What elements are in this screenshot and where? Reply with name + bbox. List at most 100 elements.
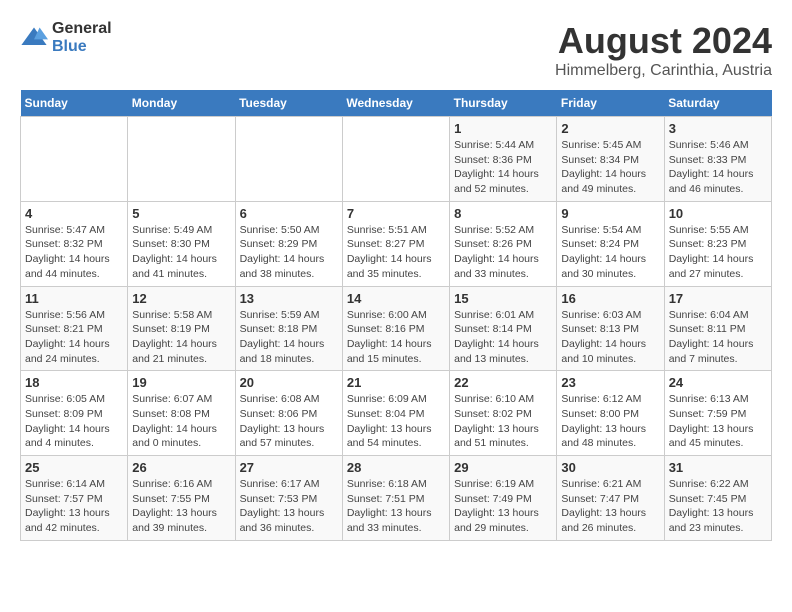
day-info: Sunrise: 6:07 AM Sunset: 8:08 PM Dayligh… [132,392,230,451]
day-number: 18 [25,375,123,390]
day-number: 22 [454,375,552,390]
calendar-cell: 9Sunrise: 5:54 AM Sunset: 8:24 PM Daylig… [557,201,664,286]
day-number: 7 [347,206,445,221]
day-info: Sunrise: 6:05 AM Sunset: 8:09 PM Dayligh… [25,392,123,451]
day-info: Sunrise: 5:54 AM Sunset: 8:24 PM Dayligh… [561,223,659,282]
day-number: 2 [561,121,659,136]
day-info: Sunrise: 6:19 AM Sunset: 7:49 PM Dayligh… [454,477,552,536]
day-header-thursday: Thursday [450,90,557,117]
week-row-4: 18 Sunrise: 6:05 AM Sunset: 8:09 PM Dayli… [21,371,772,456]
day-number: 19 [132,375,230,390]
day-info: Sunrise: 5:46 AM Sunset: 8:33 PM Dayligh… [669,138,767,197]
day-number: 30 [561,460,659,475]
calendar-cell: 2 Sunrise: 5:45 AM Sunset: 8:34 PM Daylig… [557,117,664,202]
day-number: 11 [25,291,123,306]
logo-general: General [52,20,112,38]
logo-blue: Blue [52,38,112,56]
calendar-cell [128,117,235,202]
day-info: Sunrise: 5:45 AM Sunset: 8:34 PM Dayligh… [561,138,659,197]
subtitle: Himmelberg, Carinthia, Austria [555,62,772,80]
calendar-cell: 3 Sunrise: 5:46 AM Sunset: 8:33 PM Daylig… [664,117,771,202]
calendar-cell: 18 Sunrise: 6:05 AM Sunset: 8:09 PM Dayli… [21,371,128,456]
day-info: Sunrise: 5:56 AM Sunset: 8:21 PM Dayligh… [25,308,123,367]
calendar-cell: 13 Sunrise: 5:59 AM Sunset: 8:18 PM Dayli… [235,286,342,371]
day-info: Sunrise: 6:04 AM Sunset: 8:11 PM Dayligh… [669,308,767,367]
calendar-cell: 7 Sunrise: 5:51 AM Sunset: 8:27 PM Daylig… [342,201,449,286]
calendar-cell: 30 Sunrise: 6:21 AM Sunset: 7:47 PM Dayli… [557,456,664,541]
day-info: Sunrise: 6:14 AM Sunset: 7:57 PM Dayligh… [25,477,123,536]
day-number: 10 [669,206,767,221]
day-header-sunday: Sunday [21,90,128,117]
day-info: Sunrise: 6:22 AM Sunset: 7:45 PM Dayligh… [669,477,767,536]
week-row-1: 1 Sunrise: 5:44 AM Sunset: 8:36 PM Daylig… [21,117,772,202]
day-number: 1 [454,121,552,136]
calendar-cell: 14Sunrise: 6:00 AM Sunset: 8:16 PM Dayli… [342,286,449,371]
calendar-cell: 26 Sunrise: 6:16 AM Sunset: 7:55 PM Dayli… [128,456,235,541]
day-header-wednesday: Wednesday [342,90,449,117]
calendar-cell: 29 Sunrise: 6:19 AM Sunset: 7:49 PM Dayli… [450,456,557,541]
day-number: 25 [25,460,123,475]
calendar-cell: 17Sunrise: 6:04 AM Sunset: 8:11 PM Dayli… [664,286,771,371]
calendar-cell [342,117,449,202]
calendar-table: SundayMondayTuesdayWednesdayThursdayFrid… [20,90,772,541]
calendar-cell: 15Sunrise: 6:01 AM Sunset: 8:14 PM Dayli… [450,286,557,371]
day-header-tuesday: Tuesday [235,90,342,117]
day-number: 3 [669,121,767,136]
day-info: Sunrise: 6:13 AM Sunset: 7:59 PM Dayligh… [669,392,767,451]
day-number: 5 [132,206,230,221]
title-area: August 2024 Himmelberg, Carinthia, Austr… [555,20,772,80]
calendar-header: SundayMondayTuesdayWednesdayThursdayFrid… [21,90,772,117]
day-info: Sunrise: 5:51 AM Sunset: 8:27 PM Dayligh… [347,223,445,282]
calendar-cell: 11 Sunrise: 5:56 AM Sunset: 8:21 PM Dayli… [21,286,128,371]
calendar-cell: 22Sunrise: 6:10 AM Sunset: 8:02 PM Dayli… [450,371,557,456]
day-info: Sunrise: 5:50 AM Sunset: 8:29 PM Dayligh… [240,223,338,282]
day-info: Sunrise: 6:12 AM Sunset: 8:00 PM Dayligh… [561,392,659,451]
day-info: Sunrise: 5:47 AM Sunset: 8:32 PM Dayligh… [25,223,123,282]
calendar-cell: 8 Sunrise: 5:52 AM Sunset: 8:26 PM Daylig… [450,201,557,286]
day-info: Sunrise: 6:21 AM Sunset: 7:47 PM Dayligh… [561,477,659,536]
calendar-cell: 19 Sunrise: 6:07 AM Sunset: 8:08 PM Dayli… [128,371,235,456]
day-number: 23 [561,375,659,390]
calendar-cell: 28 Sunrise: 6:18 AM Sunset: 7:51 PM Dayli… [342,456,449,541]
day-header-friday: Friday [557,90,664,117]
calendar-cell [235,117,342,202]
day-number: 31 [669,460,767,475]
header-row: SundayMondayTuesdayWednesdayThursdayFrid… [21,90,772,117]
day-info: Sunrise: 6:16 AM Sunset: 7:55 PM Dayligh… [132,477,230,536]
day-info: Sunrise: 6:18 AM Sunset: 7:51 PM Dayligh… [347,477,445,536]
calendar-cell: 12Sunrise: 5:58 AM Sunset: 8:19 PM Dayli… [128,286,235,371]
logo: General Blue [20,20,112,55]
day-number: 4 [25,206,123,221]
calendar-cell: 6Sunrise: 5:50 AM Sunset: 8:29 PM Daylig… [235,201,342,286]
main-title: August 2024 [555,20,772,62]
page-header: General Blue August 2024 Himmelberg, Car… [20,20,772,80]
calendar-cell: 25 Sunrise: 6:14 AM Sunset: 7:57 PM Dayli… [21,456,128,541]
day-info: Sunrise: 5:44 AM Sunset: 8:36 PM Dayligh… [454,138,552,197]
day-number: 13 [240,291,338,306]
calendar-cell: 4 Sunrise: 5:47 AM Sunset: 8:32 PM Daylig… [21,201,128,286]
day-number: 8 [454,206,552,221]
day-number: 26 [132,460,230,475]
day-info: Sunrise: 5:52 AM Sunset: 8:26 PM Dayligh… [454,223,552,282]
week-row-5: 25 Sunrise: 6:14 AM Sunset: 7:57 PM Dayli… [21,456,772,541]
calendar-cell: 20Sunrise: 6:08 AM Sunset: 8:06 PM Dayli… [235,371,342,456]
day-header-saturday: Saturday [664,90,771,117]
day-header-monday: Monday [128,90,235,117]
calendar-cell: 23 Sunrise: 6:12 AM Sunset: 8:00 PM Dayli… [557,371,664,456]
logo-icon [20,24,48,52]
day-info: Sunrise: 6:00 AM Sunset: 8:16 PM Dayligh… [347,308,445,367]
week-row-2: 4 Sunrise: 5:47 AM Sunset: 8:32 PM Daylig… [21,201,772,286]
day-info: Sunrise: 6:17 AM Sunset: 7:53 PM Dayligh… [240,477,338,536]
calendar-body: 1 Sunrise: 5:44 AM Sunset: 8:36 PM Daylig… [21,117,772,541]
day-number: 29 [454,460,552,475]
day-number: 12 [132,291,230,306]
day-number: 21 [347,375,445,390]
calendar-cell: 27Sunrise: 6:17 AM Sunset: 7:53 PM Dayli… [235,456,342,541]
day-info: Sunrise: 6:09 AM Sunset: 8:04 PM Dayligh… [347,392,445,451]
day-info: Sunrise: 5:59 AM Sunset: 8:18 PM Dayligh… [240,308,338,367]
calendar-cell [21,117,128,202]
day-number: 15 [454,291,552,306]
day-info: Sunrise: 6:03 AM Sunset: 8:13 PM Dayligh… [561,308,659,367]
calendar-cell: 24Sunrise: 6:13 AM Sunset: 7:59 PM Dayli… [664,371,771,456]
day-number: 28 [347,460,445,475]
